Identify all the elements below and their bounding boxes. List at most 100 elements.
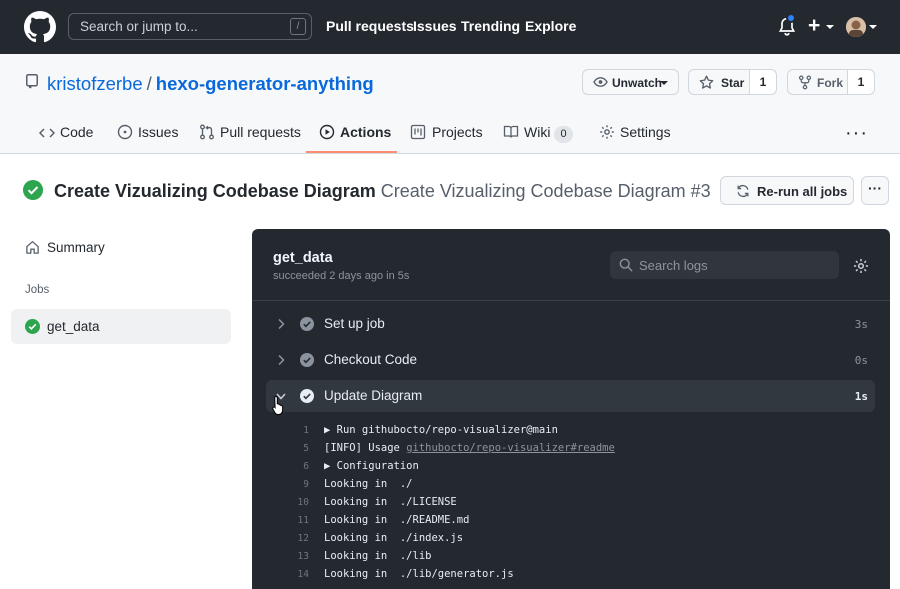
issue-icon	[117, 124, 133, 140]
chevron-down-icon	[869, 25, 877, 29]
sidebar-summary-link[interactable]: Summary	[47, 240, 105, 255]
log-line: 13 Looking in ./lib	[266, 550, 875, 568]
global-search-input[interactable]: Search or jump to... /	[68, 13, 312, 40]
repo-icon	[26, 74, 38, 89]
success-check-icon	[25, 319, 40, 334]
nav-trending[interactable]: Trending	[461, 18, 520, 34]
tab-settings[interactable]: Settings	[620, 124, 671, 140]
star-count: 1	[749, 70, 776, 94]
create-new-icon[interactable]: +	[808, 14, 820, 38]
readme-link[interactable]: githubocto/repo-visualizer#readme	[406, 442, 615, 454]
fork-button[interactable]: Fork 1	[787, 69, 875, 95]
log-line: 11 Looking in ./README.md	[266, 514, 875, 532]
log-line-text: Looking in ./lib	[324, 550, 432, 562]
log-line: 9 Looking in ./	[266, 478, 875, 496]
log-line-text: Looking in ./LICENSE	[324, 496, 457, 508]
tab-issues[interactable]: Issues	[138, 124, 178, 140]
star-icon	[699, 75, 714, 89]
log-line-number: 1	[303, 425, 309, 436]
user-avatar[interactable]	[846, 17, 866, 37]
fork-icon	[798, 75, 812, 90]
log-line-number: 12	[297, 533, 309, 544]
step-success-icon	[300, 317, 314, 331]
log-line-number: 5	[303, 443, 309, 454]
step-checkout-code[interactable]: Checkout Code 0s	[266, 344, 875, 376]
home-icon	[26, 241, 39, 254]
log-line-text: Looking in ./README.md	[324, 514, 470, 526]
wiki-count-badge: 0	[554, 126, 573, 143]
chevron-right-icon	[278, 354, 285, 366]
log-line[interactable]: 1 ▶ Run githubocto/repo-visualizer@main	[266, 424, 875, 442]
repo-name-link[interactable]: hexo-generator-anything	[156, 73, 374, 94]
search-logs-input[interactable]: Search logs	[610, 251, 839, 279]
pull-request-icon	[200, 124, 214, 140]
rerun-all-jobs-button[interactable]: Re-run all jobs	[720, 176, 854, 205]
star-label: Star	[721, 76, 745, 90]
log-line-text: Looking in ./	[324, 478, 413, 490]
step-duration: 0s	[854, 354, 868, 367]
sidebar-jobs-heading: Jobs	[25, 284, 50, 296]
nav-issues[interactable]: Issues	[413, 18, 457, 34]
unwatch-label: Unwatch	[612, 76, 663, 90]
unread-indicator	[786, 13, 796, 23]
book-icon	[503, 125, 519, 138]
step-update-diagram[interactable]: Update Diagram 1s	[266, 380, 875, 412]
job-title: get_data	[273, 250, 333, 266]
step-success-icon	[300, 389, 314, 403]
log-line-number: 6	[303, 461, 309, 472]
avatar-image	[846, 17, 866, 37]
log-line-text: ▶ Run githubocto/repo-visualizer@main	[324, 424, 558, 436]
fork-label: Fork	[817, 76, 844, 90]
gear-icon	[600, 125, 614, 139]
fork-count: 1	[847, 70, 874, 94]
tab-code[interactable]: Code	[60, 124, 93, 140]
gear-icon[interactable]	[853, 258, 869, 274]
log-header-divider	[252, 300, 890, 301]
success-check-icon	[23, 180, 43, 200]
log-line[interactable]: 6 ▶ Configuration	[266, 460, 875, 478]
log-line: 12 Looking in ./index.js	[266, 532, 875, 550]
repository-title: kristofzerbe / hexo-generator-anything	[47, 73, 374, 95]
log-text-prefix: [INFO] Usage	[324, 442, 407, 454]
play-icon	[319, 124, 335, 140]
step-name: Checkout Code	[324, 352, 418, 367]
tab-projects[interactable]: Projects	[432, 124, 483, 140]
repo-owner-link[interactable]: kristofzerbe	[47, 73, 143, 94]
log-line: 5 [INFO] Usage githubocto/repo-visualize…	[266, 442, 875, 460]
step-name: Set up job	[324, 316, 385, 331]
tab-wiki-label: Wiki	[524, 124, 551, 140]
more-tabs-icon[interactable]: ···	[845, 122, 868, 145]
search-icon	[619, 258, 633, 272]
nav-explore[interactable]: Explore	[525, 18, 576, 34]
log-line-text: ▶ Configuration	[324, 460, 419, 472]
log-line: 10 Looking in ./LICENSE	[266, 496, 875, 514]
step-set-up-job[interactable]: Set up job 3s	[266, 308, 875, 340]
workflow-name: Create Vizualizing Codebase Diagram	[54, 181, 376, 201]
nav-pull-requests[interactable]: Pull requests	[326, 18, 414, 34]
log-line-number: 10	[297, 497, 309, 508]
run-title: Create Vizualizing Codebase Diagram Crea…	[54, 181, 711, 202]
eye-icon	[593, 77, 608, 87]
chevron-down-icon	[826, 25, 834, 29]
unwatch-button[interactable]: Unwatch	[582, 69, 679, 95]
log-line-number: 11	[297, 515, 309, 526]
log-line-text: Looking in ./index.js	[324, 532, 464, 544]
sidebar-job-get-data[interactable]: get_data	[11, 309, 231, 344]
log-line-number: 13	[297, 551, 309, 562]
star-button[interactable]: Star 1	[688, 69, 777, 95]
rerun-label: Re-run all jobs	[757, 184, 848, 199]
step-duration: 1s	[854, 390, 868, 403]
chevron-right-icon	[278, 318, 285, 330]
github-logo-icon[interactable]	[24, 11, 56, 43]
tab-actions[interactable]: Actions	[340, 124, 391, 140]
chevron-down-icon	[660, 81, 668, 85]
tab-wiki[interactable]: Wiki 0	[524, 124, 573, 143]
tab-pull-requests[interactable]: Pull requests	[220, 124, 301, 140]
more-options-button[interactable]: ···	[861, 176, 889, 205]
log-line-text: Looking in ./lib/generator.js	[324, 568, 514, 579]
log-line: 14 Looking in ./lib/generator.js	[266, 568, 875, 579]
sidebar-job-label: get_data	[47, 319, 100, 334]
step-duration: 3s	[854, 318, 868, 331]
log-line-text: [INFO] Usage githubocto/repo-visualizer#…	[324, 442, 615, 454]
search-logs-placeholder: Search logs	[639, 258, 708, 273]
